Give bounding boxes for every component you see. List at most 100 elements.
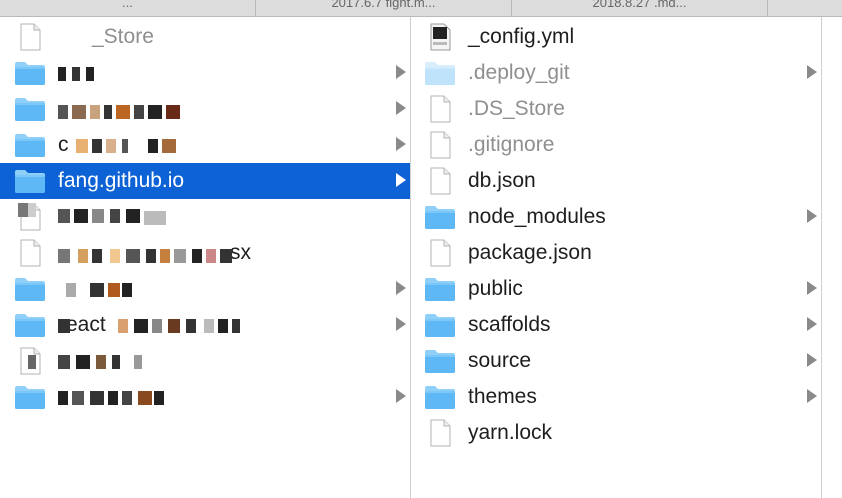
disclosure-arrow-icon[interactable] (807, 65, 817, 79)
file-icon (14, 239, 46, 267)
list-item-gitignore[interactable]: .gitignore (411, 127, 821, 163)
column-1[interactable]: _Store c fang.github.io sx eact (0, 17, 411, 498)
list-item-config-yml[interactable]: _config.yml (411, 19, 821, 55)
list-item-store[interactable]: _Store (0, 19, 410, 55)
item-label: .gitignore (468, 133, 555, 156)
redaction-block (90, 391, 104, 405)
redaction-block (162, 139, 176, 153)
tab-1[interactable]: 2017.6.7 fight.m... (256, 0, 512, 16)
file-icon (424, 167, 456, 195)
disclosure-arrow-icon[interactable] (396, 65, 406, 79)
disclosure-arrow-icon[interactable] (396, 281, 406, 295)
disclosure-arrow-icon[interactable] (396, 173, 406, 187)
redaction-block (138, 391, 152, 405)
redaction-block (154, 391, 164, 405)
item-label: themes (468, 385, 537, 408)
column-3[interactable] (822, 17, 842, 498)
list-item-sx[interactable]: sx (0, 235, 410, 271)
redaction-block (72, 391, 84, 405)
file-icon (14, 23, 46, 51)
redaction-block (104, 105, 112, 119)
item-label: _Store (92, 25, 154, 48)
disclosure-arrow-icon[interactable] (807, 281, 817, 295)
disclosure-arrow-icon[interactable] (396, 137, 406, 151)
list-item-eact[interactable]: eact (0, 307, 410, 343)
redaction-block (134, 105, 144, 119)
redaction-block (110, 209, 120, 223)
item-label: package.json (468, 241, 592, 264)
folder-icon (14, 383, 46, 411)
disclosure-arrow-icon[interactable] (396, 389, 406, 403)
list-item-item-5[interactable] (0, 199, 410, 235)
redaction-block (58, 319, 70, 333)
redaction-block (28, 355, 36, 369)
redaction-block (220, 249, 232, 263)
list-item-item-2[interactable] (0, 91, 410, 127)
list-item-yarn-lock[interactable]: yarn.lock (411, 415, 821, 451)
list-item-deploy-git[interactable]: .deploy_git (411, 55, 821, 91)
disclosure-arrow-icon[interactable] (807, 353, 817, 367)
redaction-block (72, 105, 86, 119)
redaction-block (122, 139, 128, 153)
redaction-block (122, 391, 132, 405)
list-item-fang-github-io[interactable]: fang.github.io (0, 163, 410, 199)
item-label: fang.github.io (58, 169, 185, 192)
list-item-public[interactable]: public (411, 271, 821, 307)
list-item-db-json[interactable]: db.json (411, 163, 821, 199)
list-item-ds-store[interactable]: .DS_Store (411, 91, 821, 127)
column-2[interactable]: _config.yml .deploy_git .DS_Store .gitig… (411, 17, 822, 498)
list-item-item-1[interactable] (0, 55, 410, 91)
redaction-block (122, 283, 132, 297)
item-label: public (468, 277, 523, 300)
disclosure-arrow-icon[interactable] (807, 209, 817, 223)
tab-2[interactable]: 2018.8.27 .md... (512, 0, 768, 16)
folder-icon (424, 203, 456, 231)
redaction-block (58, 391, 68, 405)
list-item-item-10[interactable] (0, 379, 410, 415)
redaction-block (78, 249, 88, 263)
tab-bar: ... 2017.6.7 fight.m... 2018.8.27 .md... (0, 0, 842, 17)
item-label: yarn.lock (468, 421, 553, 444)
list-item-c[interactable]: c (0, 127, 410, 163)
redaction-block (148, 105, 162, 119)
list-item-scaffolds[interactable]: scaffolds (411, 307, 821, 343)
redaction-block (74, 209, 88, 223)
list-item-package-json[interactable]: package.json (411, 235, 821, 271)
folder-icon (424, 59, 456, 87)
redaction-block (58, 355, 70, 369)
list-item-item-7[interactable] (0, 271, 410, 307)
redaction-block (90, 105, 100, 119)
redaction-block (76, 355, 90, 369)
list-item-node-modules[interactable]: node_modules (411, 199, 821, 235)
tab-0[interactable]: ... (0, 0, 256, 16)
list-item-source[interactable]: source (411, 343, 821, 379)
item-label: node_modules (468, 205, 606, 228)
redaction-block (144, 211, 166, 225)
redaction-block (58, 67, 66, 81)
redaction-block (66, 283, 76, 297)
redaction-block (168, 319, 180, 333)
item-label: eact (66, 313, 106, 336)
redaction-block (18, 203, 28, 217)
list-item-themes[interactable]: themes (411, 379, 821, 415)
redaction-block (134, 355, 142, 369)
file-icon (424, 419, 456, 447)
folder-icon (14, 95, 46, 123)
disclosure-arrow-icon[interactable] (807, 317, 817, 331)
redaction-block (146, 249, 156, 263)
folder-icon (14, 131, 46, 159)
item-label: .deploy_git (468, 61, 570, 84)
redaction-block (92, 249, 102, 263)
redaction-block (116, 105, 130, 119)
folder-icon (424, 347, 456, 375)
redaction-block (108, 391, 118, 405)
item-label: source (468, 349, 532, 372)
list-item-item-9[interactable] (0, 343, 410, 379)
redaction-block (108, 283, 120, 297)
disclosure-arrow-icon[interactable] (396, 101, 406, 115)
disclosure-arrow-icon[interactable] (807, 389, 817, 403)
redaction-block (58, 209, 70, 223)
yaml-file-icon (424, 23, 456, 51)
folder-icon (424, 275, 456, 303)
disclosure-arrow-icon[interactable] (396, 317, 406, 331)
